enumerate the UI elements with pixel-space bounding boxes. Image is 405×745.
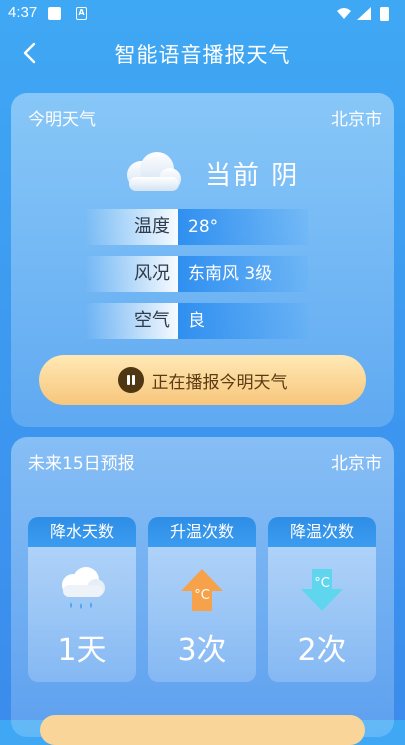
rain-days-label: 降水天数 [28, 517, 136, 547]
temp-rise-label: 升温次数 [148, 517, 256, 547]
air-label: 空气 [85, 303, 178, 339]
air-value: 良 [178, 303, 308, 339]
wind-label: 风况 [85, 256, 178, 292]
temperature-label: 温度 [85, 209, 178, 245]
wind-value: 东南风 3级 [178, 256, 308, 292]
forecast-card-header: 未来15日预报 北京市 [28, 449, 382, 474]
temp-drop-label: 降温次数 [268, 517, 376, 547]
wifi-icon [337, 8, 351, 19]
app-notification-icon: A [76, 7, 87, 20]
current-condition: 当前 阴 [205, 161, 300, 191]
rain-days-value: 1天 [57, 633, 107, 668]
temp-rise-value: 3次 [177, 633, 227, 668]
temp-rise-stat: 升温次数 °C 3次 [148, 517, 256, 682]
broadcast-button[interactable]: 正在播报今明天气 [39, 355, 366, 405]
forecast-city-label[interactable]: 北京市 [331, 449, 382, 474]
pause-icon [117, 367, 144, 393]
status-bar: 4:37 A [0, 0, 405, 28]
status-icons [337, 7, 389, 21]
temp-down-unit: °C [314, 576, 330, 591]
temperature-row: 温度 28° [85, 209, 308, 245]
city-label[interactable]: 北京市 [331, 105, 382, 130]
air-row: 空气 良 [85, 303, 308, 339]
forecast-card: 未来15日预报 北京市 降水天数 1天 升温次数 °C 3次 降温次数 °C 2… [11, 437, 394, 737]
header: 智能语音播报天气 [0, 28, 405, 80]
temperature-value: 28° [178, 209, 308, 245]
today-card-title: 今明天气 [28, 110, 96, 130]
temp-down-arrow-icon: °C [301, 569, 343, 611]
page-title: 智能语音播报天气 [114, 43, 291, 67]
current-weather: 当前 阴 [119, 149, 297, 195]
temp-drop-stat: 降温次数 °C 2次 [268, 517, 376, 682]
temp-drop-value: 2次 [297, 633, 347, 668]
temp-up-unit: °C [194, 588, 210, 603]
notification-icon [48, 7, 61, 20]
today-card-header: 今明天气 北京市 [28, 105, 382, 130]
temp-up-arrow-icon: °C [181, 569, 223, 611]
status-time: 4:37 [8, 4, 38, 21]
cloud-icon [127, 152, 181, 191]
signal-icon [357, 7, 371, 20]
today-weather-card: 今明天气 北京市 当前 阴 温度 28° 风况 东南风 3级 空气 良 正在播报… [11, 93, 394, 427]
wind-row: 风况 东南风 3级 [85, 256, 308, 292]
rain-cloud-icon [62, 567, 105, 609]
rain-days-stat: 降水天数 1天 [28, 517, 136, 682]
broadcast-button-label: 正在播报今明天气 [151, 372, 288, 393]
forecast-card-title: 未来15日预报 [28, 454, 135, 474]
battery-icon [380, 7, 389, 21]
